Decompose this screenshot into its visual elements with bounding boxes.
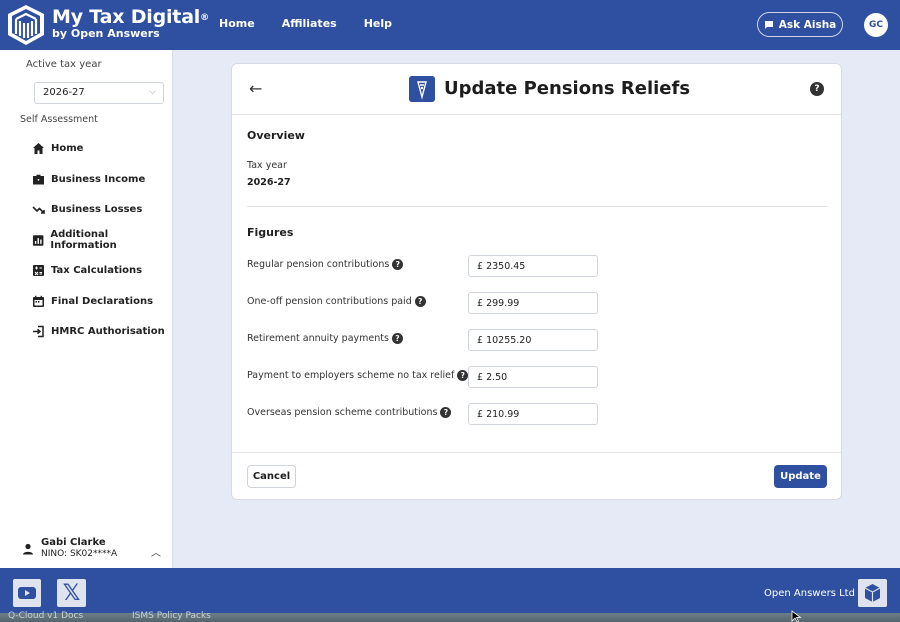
sidebar-item-home[interactable]: Home [32, 139, 83, 157]
home-icon [33, 142, 44, 154]
calendar-icon [33, 295, 44, 307]
youtube-icon[interactable] [13, 579, 41, 607]
overseas-pension-input[interactable]: £ 210.99 [468, 403, 598, 425]
mouse-cursor-icon [791, 610, 802, 622]
nav-home[interactable]: Home [219, 17, 255, 30]
figures-heading: Figures [247, 226, 294, 239]
chevron-up-icon[interactable]: ︿ [151, 544, 161, 559]
briefcase-icon [33, 174, 44, 184]
cancel-button[interactable]: Cancel [247, 465, 296, 488]
nav-help[interactable]: Help [364, 17, 392, 30]
field-label-employers-scheme: Payment to employers scheme no tax relie… [247, 370, 469, 381]
tax-year-select[interactable]: 2026-27 ⌵ [34, 82, 164, 104]
overview-heading: Overview [247, 129, 305, 142]
sidebar-item-business-losses[interactable]: Business Losses [32, 200, 142, 218]
chat-icon [764, 20, 773, 29]
sidebar-item-label: Home [51, 142, 84, 154]
sidebar-item-business-income[interactable]: Business Income [32, 170, 145, 188]
field-label-text: Payment to employers scheme no tax relie… [247, 370, 455, 381]
sidebar-item-label: Business Losses [51, 203, 143, 215]
open-answers-logo-icon[interactable] [858, 579, 887, 607]
field-label-regular-pension: Regular pension contributions ? [247, 259, 404, 270]
nav-affiliates[interactable]: Affiliates [282, 17, 337, 30]
background-text: ISMS Policy Packs [132, 611, 211, 621]
field-label-overseas-pension: Overseas pension scheme contributions ? [247, 407, 452, 418]
sidebar-item-tax-calculations[interactable]: Tax Calculations [32, 261, 142, 279]
user-name: Gabi Clarke [41, 537, 106, 548]
company-name: Open Answers Ltd [764, 588, 855, 599]
update-pensions-card: ← Update Pensions Reliefs ? Overview Tax… [231, 63, 842, 500]
help-icon[interactable]: ? [391, 333, 403, 344]
ask-aisha-button[interactable]: Ask Aisha [757, 12, 843, 37]
chevron-down-icon: ⌵ [149, 87, 156, 97]
divider [247, 206, 827, 207]
sidebar-item-final-declarations[interactable]: Final Declarations [32, 292, 153, 310]
sidebar-item-label: Business Income [51, 173, 146, 185]
employers-scheme-input[interactable]: £ 2.50 [468, 366, 598, 388]
avatar[interactable]: GC [864, 13, 888, 37]
retirement-annuity-input[interactable]: £ 10255.20 [468, 329, 598, 351]
login-icon [33, 325, 44, 337]
divider [232, 452, 841, 453]
self-assessment-label: Self Assessment [20, 114, 98, 125]
trending-down-icon [32, 205, 45, 214]
field-label-text: Regular pension contributions [247, 259, 390, 270]
ask-aisha-label: Ask Aisha [778, 18, 837, 31]
background-strip: Q-Cloud v1 Docs ISMS Policy Packs [0, 611, 900, 622]
sidebar-item-additional-information[interactable]: Additional Information [32, 229, 172, 251]
active-tax-year-label: Active tax year [26, 59, 102, 70]
pension-icon [409, 76, 435, 102]
field-label-text: Retirement annuity payments [247, 333, 389, 344]
user-icon [23, 543, 33, 555]
regular-pension-input[interactable]: £ 2350.45 [468, 255, 598, 277]
brand-name: My Tax Digital® [52, 6, 209, 28]
one-off-pension-input[interactable]: £ 299.99 [468, 292, 598, 314]
field-label-text: Overseas pension scheme contributions [247, 407, 438, 418]
help-icon[interactable]: ? [810, 82, 824, 96]
field-label-retirement-annuity: Retirement annuity payments ? [247, 333, 403, 344]
card-header: ← Update Pensions Reliefs ? [232, 64, 841, 115]
bar-chart-icon [32, 234, 44, 246]
sidebar-item-label: HMRC Authorisation [51, 325, 165, 337]
brand: My Tax Digital® by Open Answers [52, 6, 209, 40]
field-label-text: One-off pension contributions paid [247, 296, 412, 307]
calculator-icon [33, 264, 44, 276]
logo-icon[interactable] [7, 4, 45, 46]
sidebar: Active tax year 2026-27 ⌵ Self Assessmen… [0, 50, 173, 568]
update-button[interactable]: Update [774, 465, 827, 488]
top-nav: Home Affiliates Help [219, 17, 392, 30]
top-bar: My Tax Digital® by Open Answers Home Aff… [0, 0, 900, 50]
sidebar-item-label: Final Declarations [51, 295, 154, 307]
help-icon[interactable]: ? [392, 259, 404, 270]
sidebar-item-label: Tax Calculations [51, 264, 143, 276]
tax-year-select-value: 2026-27 [43, 87, 85, 98]
help-icon[interactable]: ? [457, 370, 469, 381]
background-text: Q-Cloud v1 Docs [8, 611, 84, 621]
brand-subtitle: by Open Answers [52, 27, 160, 40]
user-nino: NINO: SK02****A [41, 549, 118, 559]
x-icon[interactable]: 𝕏 [57, 579, 86, 607]
sidebar-item-label: Additional Information [50, 229, 117, 251]
tax-year-value: 2026-27 [247, 177, 291, 188]
field-label-one-off-pension: One-off pension contributions paid ? [247, 296, 426, 307]
sidebar-item-hmrc-authorisation[interactable]: HMRC Authorisation [32, 322, 165, 340]
page-title: Update Pensions Reliefs [444, 78, 691, 99]
help-icon[interactable]: ? [440, 407, 452, 418]
back-arrow-icon[interactable]: ← [249, 79, 262, 98]
help-icon[interactable]: ? [414, 296, 426, 307]
tax-year-label: Tax year [247, 160, 287, 171]
